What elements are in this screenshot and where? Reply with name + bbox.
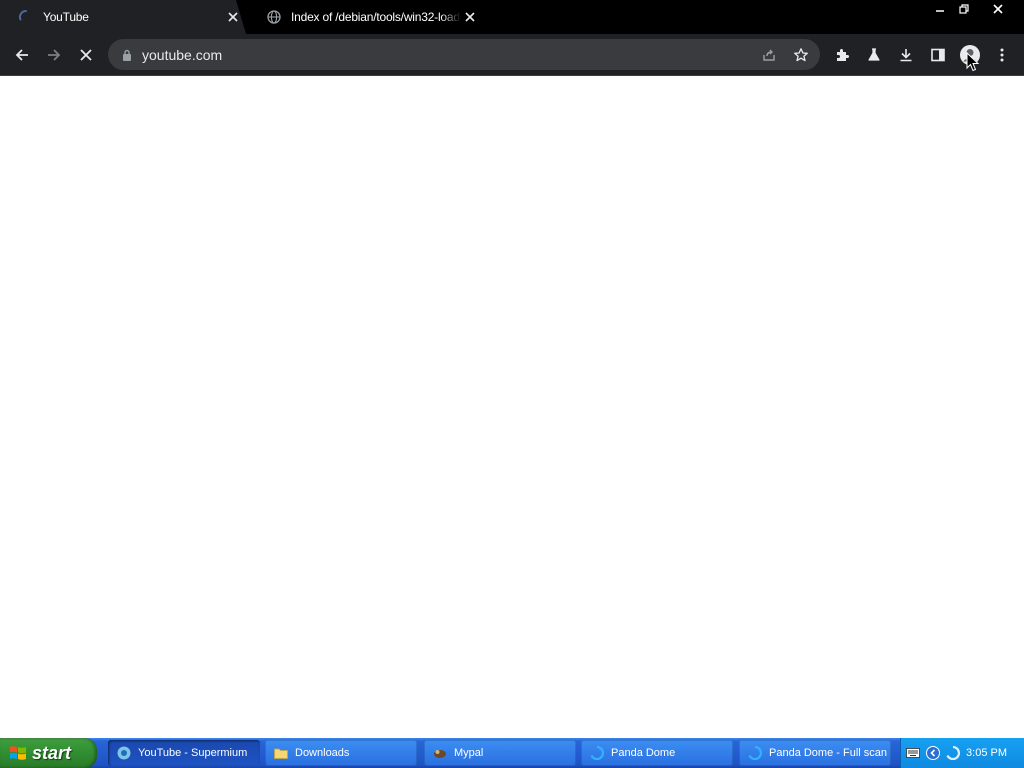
close-tab-icon[interactable]	[461, 8, 479, 26]
title-bar: YouTube Index of /debian/tools/win32-loa…	[0, 0, 1024, 34]
task-label: Panda Dome	[611, 747, 676, 759]
supermium-icon	[116, 745, 132, 761]
back-button[interactable]	[6, 39, 38, 71]
lock-icon[interactable]	[120, 48, 134, 62]
tab-youtube[interactable]: YouTube	[0, 0, 246, 34]
browser-toolbar: youtube.com	[0, 34, 1024, 76]
share-icon[interactable]	[754, 39, 784, 70]
tab-debian-index[interactable]: Index of /debian/tools/win32-loader	[248, 0, 484, 34]
stop-loading-button[interactable]	[70, 39, 102, 71]
panda-dome-icon	[589, 745, 605, 761]
taskbar-item-panda-dome[interactable]: Panda Dome	[581, 740, 733, 766]
taskbar-item-mypal[interactable]: Mypal	[424, 740, 576, 766]
url-text: youtube.com	[142, 46, 223, 63]
globe-icon	[266, 9, 282, 25]
keyboard-icon[interactable]	[905, 745, 921, 761]
task-label: Panda Dome - Full scan	[769, 747, 887, 759]
windows-flag-icon	[10, 746, 26, 760]
start-label: start	[32, 742, 72, 763]
address-bar[interactable]: youtube.com	[108, 39, 820, 70]
close-tab-icon[interactable]	[224, 8, 242, 26]
folder-icon	[273, 745, 289, 761]
taskbar-item-downloads[interactable]: Downloads	[265, 740, 417, 766]
bookmark-star-icon[interactable]	[786, 39, 816, 70]
extensions-puzzle-icon[interactable]	[826, 39, 858, 71]
taskbar: start YouTube - Supermium Downloads Mypa…	[0, 738, 1024, 768]
clock[interactable]: 3:05 PM	[966, 747, 1007, 759]
close-window-button[interactable]	[983, 0, 1013, 18]
labs-flask-icon[interactable]	[858, 39, 890, 71]
task-label: Mypal	[454, 747, 484, 759]
taskbar-item-youtube-supermium[interactable]: YouTube - Supermium	[108, 740, 260, 766]
system-tray: 3:05 PM	[900, 738, 1024, 768]
restore-button[interactable]	[949, 0, 979, 18]
task-label: YouTube - Supermium	[138, 747, 248, 759]
taskbar-item-panda-dome-full-scan[interactable]: Panda Dome - Full scan	[739, 740, 891, 766]
tab-title: Index of /debian/tools/win32-loader	[291, 10, 461, 24]
side-panel-icon[interactable]	[922, 39, 954, 71]
loading-spinner-icon	[18, 9, 34, 25]
panda-dome-icon	[747, 745, 763, 761]
task-label: Downloads	[295, 747, 350, 759]
panda-dome-tray-icon[interactable]	[945, 745, 961, 761]
mypal-icon	[432, 745, 448, 761]
menu-kebab-icon[interactable]	[986, 39, 1018, 71]
mouse-cursor-icon	[966, 51, 980, 72]
forward-button[interactable]	[38, 39, 70, 71]
show-hidden-icons-icon[interactable]	[925, 745, 941, 761]
tab-title: YouTube	[43, 10, 89, 24]
download-icon[interactable]	[890, 39, 922, 71]
start-button[interactable]: start	[0, 738, 97, 768]
page-content	[0, 77, 1024, 737]
